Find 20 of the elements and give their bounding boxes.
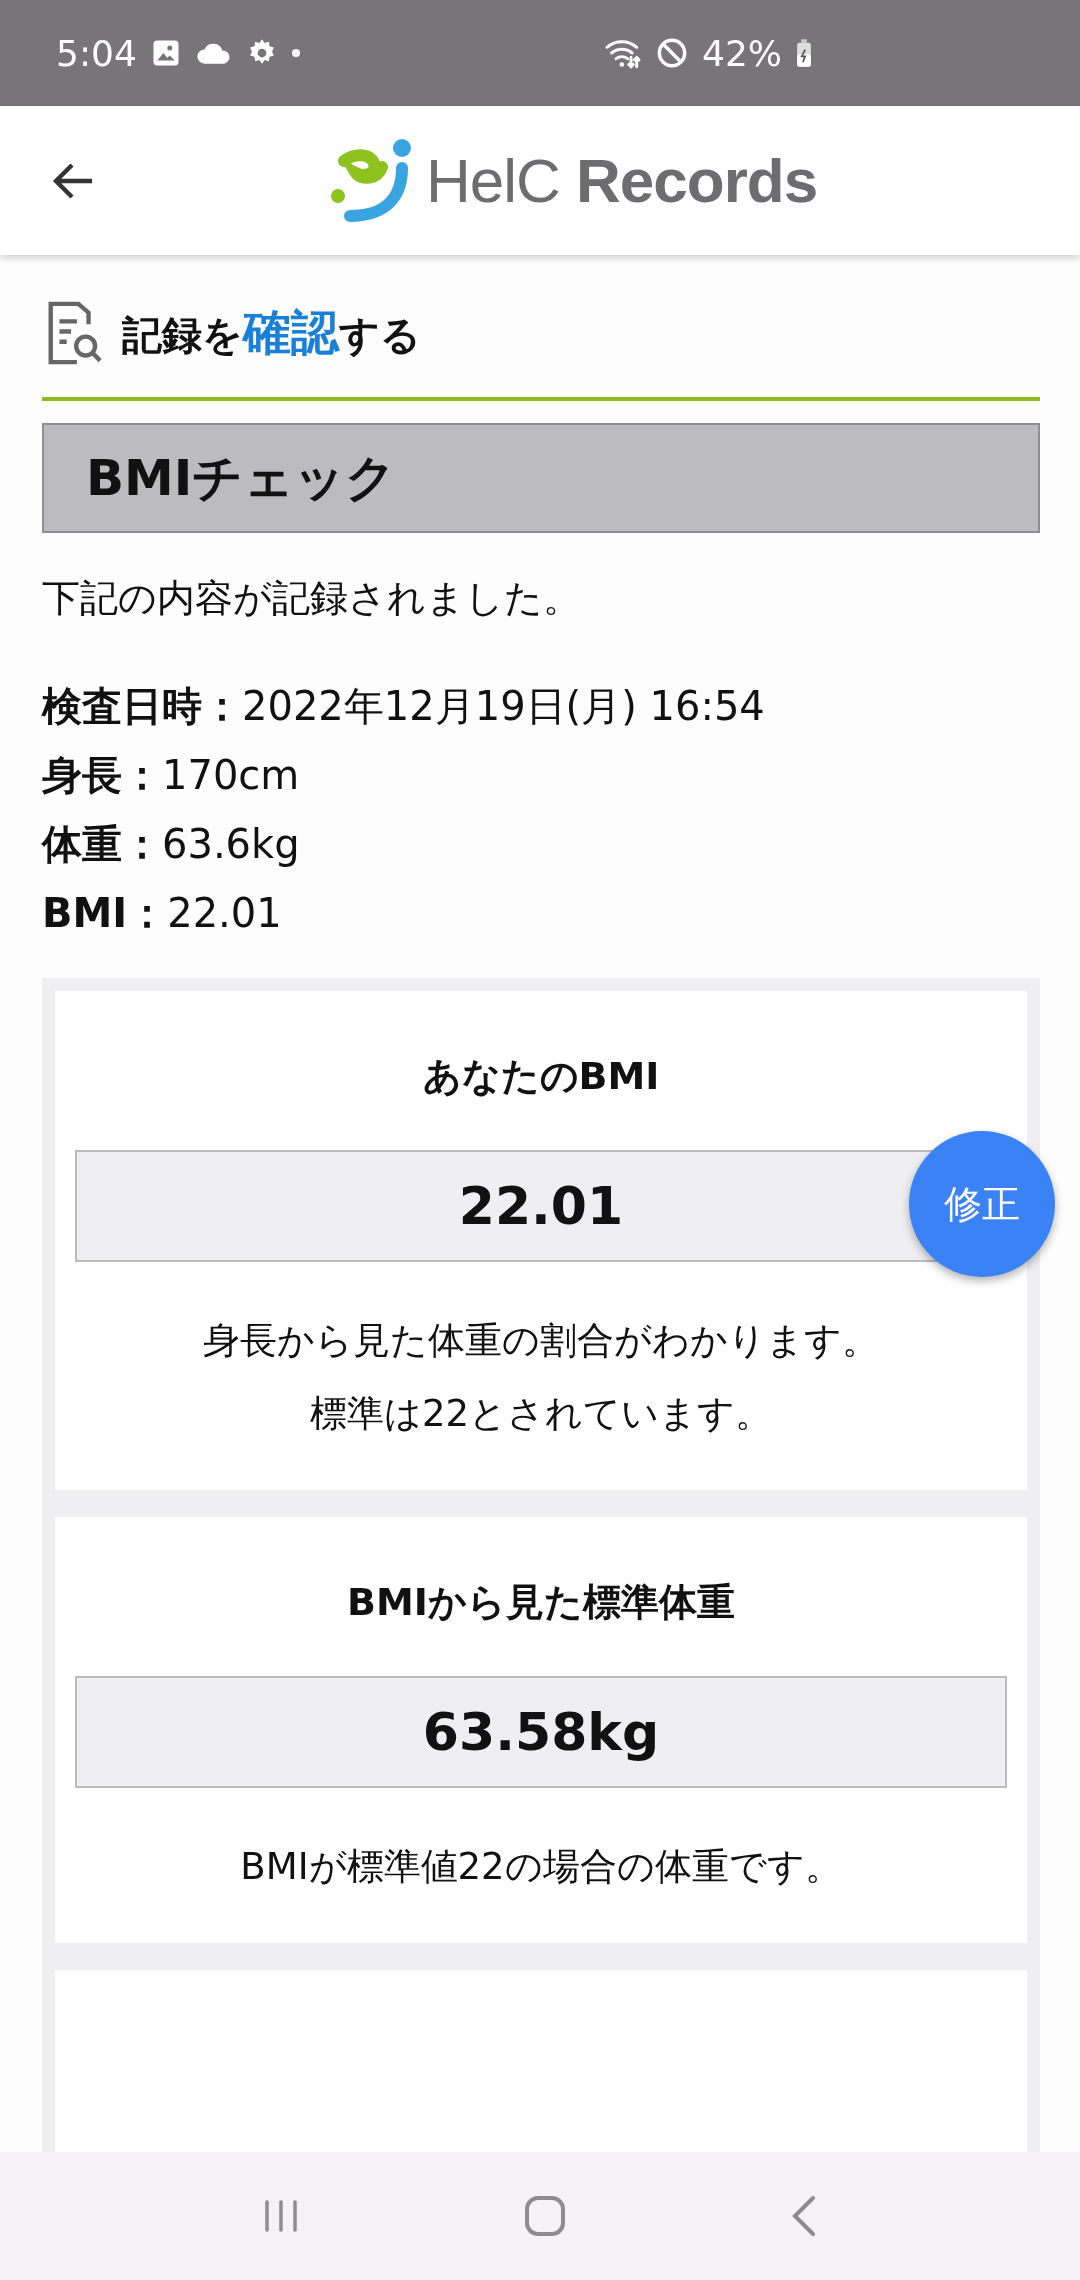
detail-line: 体重：63.6kg — [42, 820, 301, 869]
clock-text: 5:04 — [56, 32, 137, 74]
card-description: BMIが標準値22の場合の体重です。 — [240, 1844, 842, 1890]
do-not-disturb-icon — [656, 37, 688, 69]
card-title: BMIから見た標準体重 — [347, 1579, 735, 1626]
check-title: BMIチェック — [42, 423, 1040, 533]
section-title: 記録を確認する — [122, 303, 421, 362]
detail-line: 検査日時：2022年12月19日(月) 16:54 — [42, 682, 766, 731]
card-title: あなたのBMI — [422, 1053, 660, 1100]
wifi-icon — [604, 37, 642, 69]
card-description: 身長から見た体重の割合がわかります。 標準は22とされています。 — [203, 1318, 879, 1437]
value-box: 63.58kg — [75, 1676, 1007, 1788]
home-icon — [523, 2194, 567, 2238]
detail-line: 身長：170cm — [42, 751, 301, 800]
message-text: 下記の内容が記録されました。 — [42, 575, 582, 622]
battery-icon — [796, 39, 812, 67]
dot-icon — [290, 48, 301, 58]
detail-line: BMI：22.01 — [42, 889, 283, 938]
logo-text: HelC Records — [426, 145, 818, 216]
battery-percent: 42% — [702, 32, 782, 74]
